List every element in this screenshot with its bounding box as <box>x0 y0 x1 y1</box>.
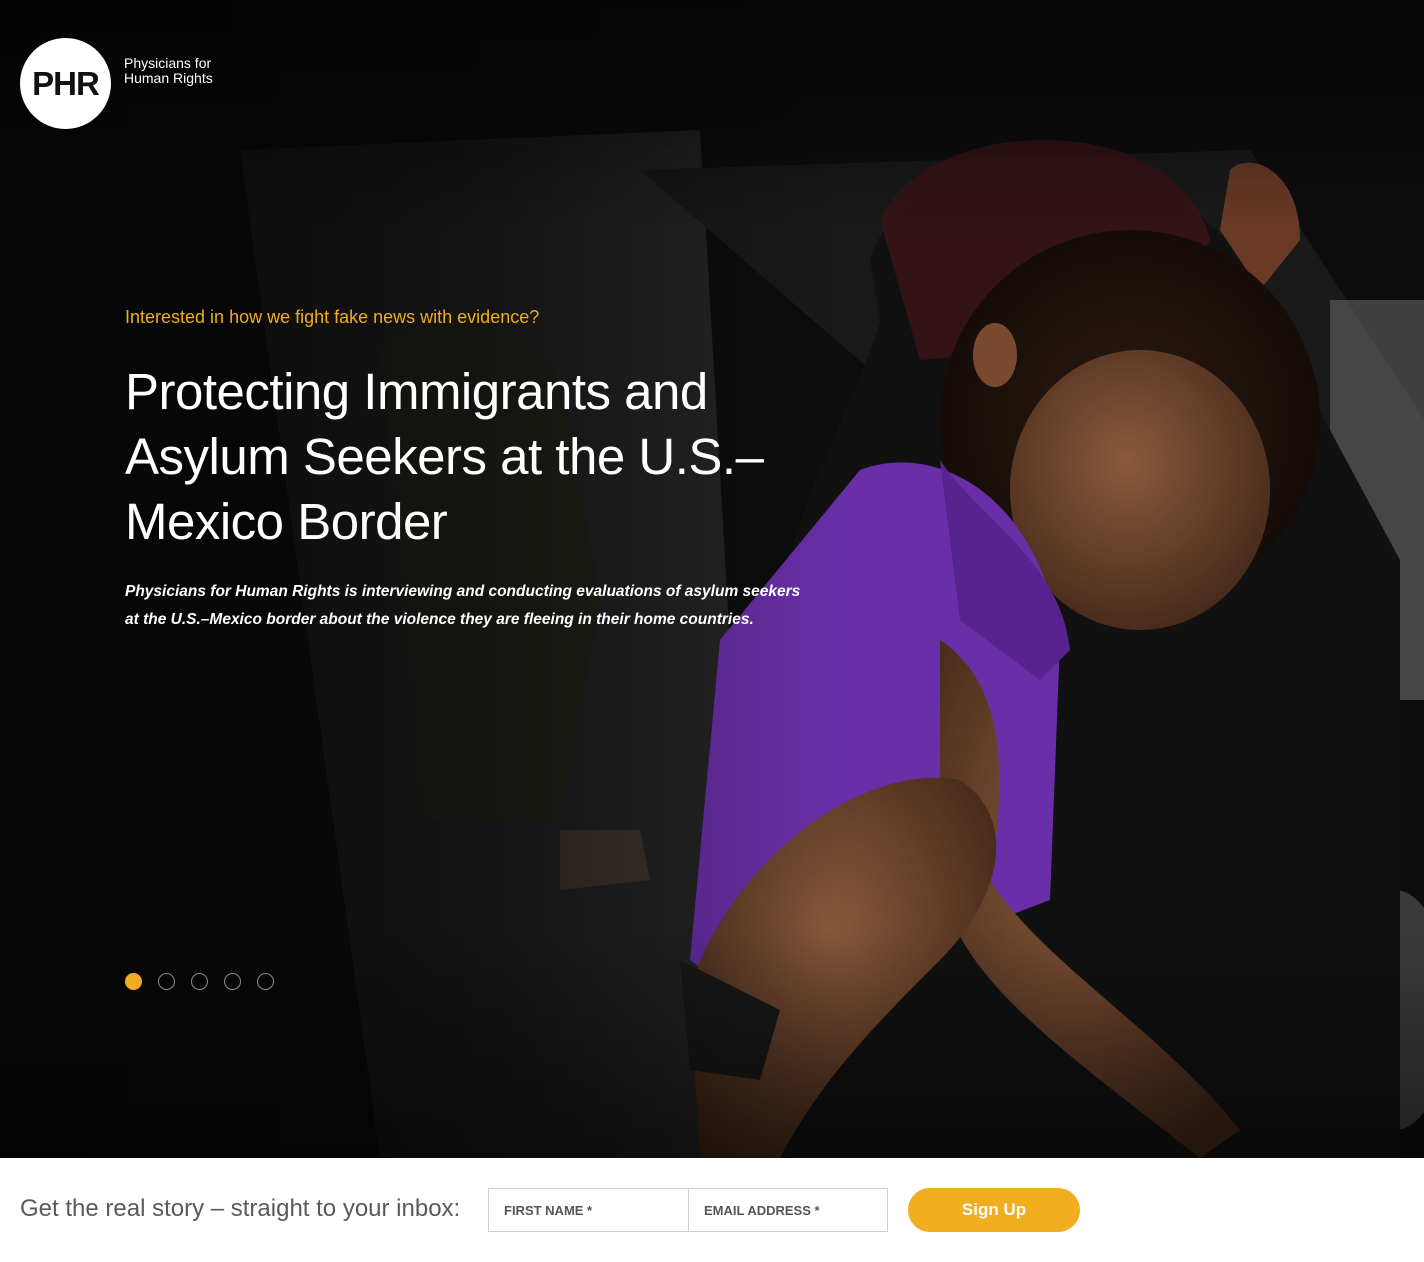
logo-line-1: Physicians for <box>124 55 212 71</box>
carousel-dot-5[interactable] <box>257 973 274 990</box>
hero-eyebrow-link[interactable]: Interested in how we fight fake news wit… <box>125 305 815 329</box>
hero-carousel: PHR Physicians for Human Rights Interest… <box>0 0 1424 1158</box>
logo-wordmark: Physicians for Human Rights <box>124 56 213 86</box>
phr-logo[interactable]: PHR Physicians for Human Rights <box>20 38 213 129</box>
newsletter-signup: Get the real story – straight to your in… <box>0 1158 1424 1262</box>
carousel-dot-4[interactable] <box>224 973 241 990</box>
sign-up-button[interactable]: Sign Up <box>908 1188 1080 1232</box>
carousel-dot-3[interactable] <box>191 973 208 990</box>
hero-lede: Physicians for Human Rights is interview… <box>125 583 801 628</box>
carousel-dot-1[interactable] <box>125 973 142 990</box>
logo-mark: PHR <box>20 38 111 129</box>
email-field[interactable] <box>688 1188 888 1232</box>
carousel-dot-2[interactable] <box>158 973 175 990</box>
hero-headline[interactable]: Protecting Immigrants and Asylum Seekers… <box>125 359 815 554</box>
signup-label: Get the real story – straight to your in… <box>20 1195 461 1222</box>
first-name-field[interactable] <box>488 1188 689 1232</box>
hero-content: Interested in how we fight fake news wit… <box>125 305 815 634</box>
carousel-pagination <box>125 973 290 990</box>
logo-line-2: Human Rights <box>124 70 213 86</box>
